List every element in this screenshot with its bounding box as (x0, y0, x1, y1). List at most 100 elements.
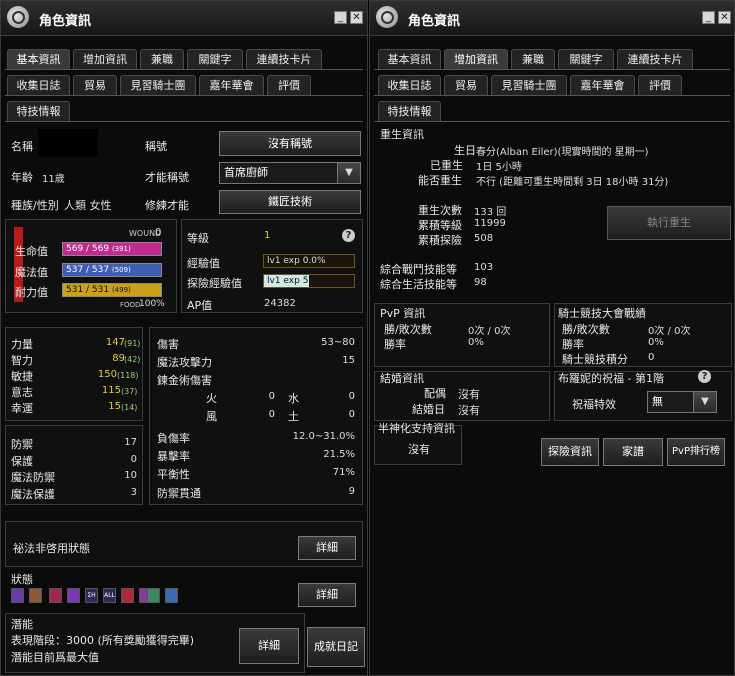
title-label: 稱號 (145, 140, 167, 153)
stat-value: 89 (112, 353, 125, 364)
tab-keywords[interactable]: 關鍵字 (187, 49, 243, 69)
status-effect-icon[interactable] (67, 588, 80, 603)
talent-mod-label: 修練才能 (145, 199, 189, 212)
tab-keywords[interactable]: 關鍵字 (558, 49, 614, 69)
tab-collection-log[interactable]: 收集日誌 (378, 75, 441, 95)
window-title: 角色資訊 (39, 14, 92, 29)
achievement-diary-button[interactable]: 成就日記 (307, 627, 365, 667)
tab-special-skill[interactable]: 特技情報 (378, 101, 441, 121)
tab-trade[interactable]: 貿易 (73, 75, 117, 95)
minimize-button[interactable]: _ (702, 11, 715, 24)
knight-rate-label: 勝率 (562, 338, 584, 351)
critical-label: 暴擊率 (157, 450, 190, 463)
stat-base: (91) (124, 339, 141, 348)
tab-trade[interactable]: 貿易 (444, 75, 488, 95)
potential-detail-button[interactable]: 詳細 (239, 628, 299, 664)
total-adventure-label: 累積探險 (418, 234, 462, 247)
magic-attack-label: 魔法攻擊力 (157, 356, 212, 369)
defense-value: 17 (124, 437, 137, 448)
stat-value: 150 (97, 369, 117, 380)
chevron-down-icon[interactable]: ▼ (337, 163, 360, 183)
stat-value: 147 (105, 337, 125, 348)
magnifier-icon (7, 6, 29, 28)
total-level-label: 累積等級 (418, 219, 462, 232)
blessing-effect-dropdown[interactable]: 無 ▼ (647, 391, 717, 413)
knight-score-label: 騎士競技積分 (562, 353, 628, 366)
rebirth-heading: 重生資訊 (380, 128, 424, 141)
tab-basic-info[interactable]: 基本資訊 (378, 49, 441, 69)
birthday-value: 春分(Alban Eiler)(現實時間的 星期一) (476, 147, 649, 158)
execute-rebirth-button[interactable]: 執行重生 (607, 206, 731, 240)
tab-combo-card[interactable]: 連續技卡片 (246, 49, 322, 69)
title-select-button[interactable]: 沒有稱號 (219, 131, 361, 156)
rebirth-count-label: 重生次數 (418, 204, 462, 217)
name-label: 名稱 (11, 140, 33, 153)
status-effect-icon[interactable] (121, 588, 134, 603)
hp-value: 569 / 569 (66, 244, 110, 254)
wind-label: 風 (206, 410, 217, 423)
title-bar[interactable]: 角色資訊 _ ✕ (370, 1, 734, 36)
adventure-info-button[interactable]: 探險資訊 (541, 438, 599, 466)
stat-base: (118) (117, 371, 139, 380)
status-effect-icon[interactable] (165, 588, 178, 603)
total-adventure-value: 508 (474, 233, 494, 244)
tab-additional-info[interactable]: 增加資訊 (444, 49, 508, 69)
age-label: 年齡 (11, 171, 33, 184)
tab-rating[interactable]: 評價 (638, 75, 682, 95)
secret-art-label: 祕法非啓用狀態 (13, 542, 90, 555)
tab-collection-log[interactable]: 收集日誌 (7, 75, 70, 95)
tab-rating[interactable]: 評價 (267, 75, 311, 95)
status-effect-icon[interactable] (147, 588, 160, 603)
tab-squire[interactable]: 見習騎士團 (120, 75, 196, 95)
age-value: 11歲 (42, 174, 65, 185)
stat-label: 意志 (11, 386, 33, 399)
minimize-button[interactable]: _ (334, 11, 347, 24)
adv-exp-value: lv1 exp 50.0% (267, 276, 332, 286)
sp-value: 531 / 531 (66, 285, 110, 295)
tab-additional-info[interactable]: 增加資訊 (73, 49, 137, 69)
wind-value: 0 (268, 409, 275, 420)
stat-value: 115 (101, 385, 121, 396)
tab-carnival[interactable]: 嘉年華會 (199, 75, 264, 95)
stat-base: (37) (121, 387, 138, 396)
status-detail-button[interactable]: 詳細 (298, 583, 356, 607)
balance-value: 71% (332, 467, 355, 478)
help-icon[interactable]: ? (698, 370, 711, 383)
reborn-value: 1日 5小時 (476, 162, 522, 173)
sp-bar: 531 / 531 (499) (62, 283, 162, 297)
stat-label: 智力 (11, 354, 33, 367)
character-info-window-basic: 角色資訊 _ ✕ 基本資訊 增加資訊 兼職 關鍵字 連續技卡片 收集日誌 貿易 … (0, 0, 368, 676)
pvp-rate-value: 0% (468, 337, 484, 348)
tab-part-time[interactable]: 兼職 (140, 49, 184, 69)
tab-combo-card[interactable]: 連續技卡片 (617, 49, 693, 69)
magnifier-icon (376, 6, 398, 28)
help-icon[interactable]: ? (342, 229, 355, 242)
status-effect-icon[interactable] (11, 588, 24, 603)
status-effect-icon[interactable]: ΣH (85, 588, 98, 603)
tab-carnival[interactable]: 嘉年華會 (570, 75, 635, 95)
secret-art-detail-button[interactable]: 詳細 (298, 536, 356, 560)
chevron-down-icon[interactable]: ▼ (693, 392, 716, 412)
demigod-value: 沒有 (408, 443, 430, 456)
pvp-ranking-button[interactable]: PvP排行榜 (667, 438, 725, 466)
status-effect-icon[interactable]: ALL (103, 588, 116, 603)
talent-mod-button[interactable]: 鐵匠技術 (219, 190, 361, 214)
close-button[interactable]: ✕ (350, 11, 363, 24)
tab-part-time[interactable]: 兼職 (511, 49, 555, 69)
talent-title-dropdown[interactable]: 首席廚師 ▼ (219, 162, 361, 184)
tab-squire[interactable]: 見習騎士團 (491, 75, 567, 95)
title-bar[interactable]: 角色資訊 _ ✕ (1, 1, 367, 36)
life-skill-total-value: 98 (474, 277, 487, 288)
status-effect-icon[interactable] (29, 588, 42, 603)
combat-skill-total-label: 綜合戰鬥技能等 (380, 263, 457, 276)
tab-special-skill[interactable]: 特技情報 (7, 101, 70, 121)
combat-skill-total-value: 103 (474, 262, 494, 273)
window-title: 角色資訊 (408, 14, 461, 29)
wound-value: 0 (155, 227, 162, 238)
marriage-heading: 結婚資訊 (380, 372, 424, 385)
tab-basic-info[interactable]: 基本資訊 (7, 49, 70, 69)
close-button[interactable]: ✕ (718, 11, 731, 24)
earth-label: 土 (288, 410, 299, 423)
status-effect-icon[interactable] (49, 588, 62, 603)
family-tree-button[interactable]: 家譜 (603, 438, 663, 466)
